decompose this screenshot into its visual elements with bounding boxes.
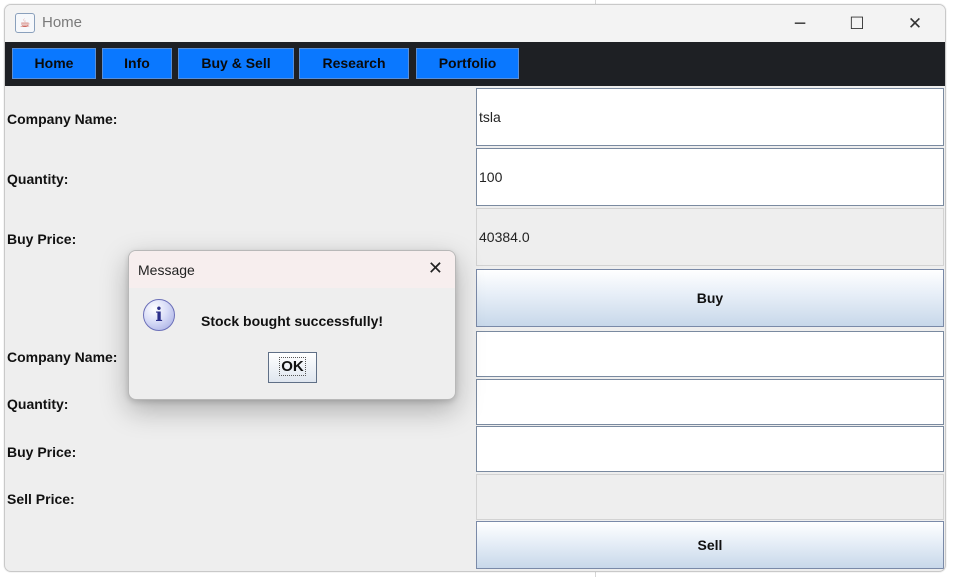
nav-portfolio-button[interactable]: Portfolio (416, 48, 519, 79)
ok-button-label: OK (279, 357, 306, 376)
window-title: Home (42, 14, 83, 31)
sell-price-label: Sell Price: (7, 491, 75, 507)
sell-price-value (476, 474, 944, 520)
nav-bar: Home Info Buy & Sell Research Portfolio (5, 42, 945, 86)
message-dialog: Message ✕ i Stock bought successfully! O… (128, 250, 456, 400)
sell-company-input[interactable] (479, 332, 943, 376)
buy-quantity-field[interactable] (476, 148, 944, 206)
dialog-message: Stock bought successfully! (201, 313, 384, 329)
sell-buy-price-field[interactable] (476, 426, 944, 472)
minimize-button[interactable]: ─ (780, 8, 820, 40)
title-bar: ☕ Home ─ ☐ ✕ (5, 5, 945, 42)
sell-company-label: Company Name: (7, 349, 118, 365)
sell-company-field[interactable] (476, 331, 944, 377)
nav-info-button[interactable]: Info (102, 48, 172, 79)
java-cup-icon: ☕ (15, 13, 35, 33)
sell-buy-price-input[interactable] (479, 427, 943, 471)
sell-quantity-label: Quantity: (7, 396, 69, 412)
buy-price-label: Buy Price: (7, 231, 77, 247)
nav-research-button[interactable]: Research (299, 48, 409, 79)
sell-quantity-input[interactable] (479, 380, 943, 424)
buy-quantity-input[interactable] (479, 149, 943, 205)
sell-button[interactable]: Sell (476, 521, 944, 569)
nav-buy-sell-button[interactable]: Buy & Sell (178, 48, 294, 79)
buy-price-value: 40384.0 (476, 208, 944, 266)
buy-quantity-label: Quantity: (7, 171, 69, 187)
buy-company-field[interactable] (476, 88, 944, 146)
information-icon: i (143, 299, 175, 331)
dialog-close-button[interactable]: ✕ (428, 259, 443, 279)
buy-company-label: Company Name: (7, 111, 118, 127)
buy-button[interactable]: Buy (476, 269, 944, 327)
maximize-button[interactable]: ☐ (837, 8, 877, 40)
sell-quantity-field[interactable] (476, 379, 944, 425)
close-window-button[interactable]: ✕ (895, 8, 935, 40)
ok-button[interactable]: OK (268, 352, 317, 383)
buy-company-input[interactable] (479, 89, 943, 145)
sell-buy-price-label: Buy Price: (7, 444, 77, 460)
nav-home-button[interactable]: Home (12, 48, 96, 79)
dialog-title: Message (138, 262, 195, 278)
dialog-title-bar: Message ✕ (129, 251, 455, 288)
